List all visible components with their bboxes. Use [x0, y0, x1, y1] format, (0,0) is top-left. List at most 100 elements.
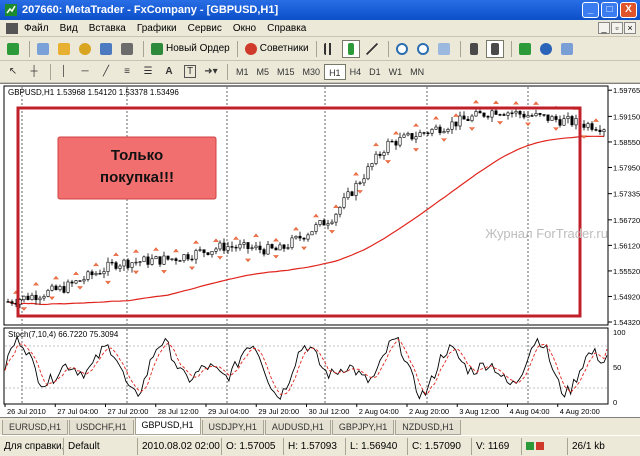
candle-body [266, 244, 270, 255]
tf-m5[interactable]: M5 [253, 64, 274, 80]
close-button[interactable]: X [620, 2, 637, 18]
profiles-button[interactable] [34, 40, 52, 58]
candle-body [262, 249, 266, 255]
tab-usdchf[interactable]: USDCHF,H1 [69, 420, 134, 435]
price-tick-label: 1.54920 [613, 292, 640, 301]
arrows-button[interactable]: ➜▾ [202, 63, 220, 81]
menu-file[interactable]: Файл [24, 23, 49, 34]
time-tick-label: 26 Jul 2010 [7, 407, 46, 416]
tab-gbpusd[interactable]: GBPUSD,H1 [134, 418, 201, 435]
candle-body [250, 247, 254, 249]
horizontal-line-button[interactable]: ─ [76, 63, 94, 81]
candle-body [38, 297, 42, 301]
market-watch-button[interactable] [55, 40, 73, 58]
periods-button[interactable] [537, 40, 555, 58]
candle-body [374, 153, 378, 164]
vertical-line-button[interactable]: │ [55, 63, 73, 81]
candle-body [534, 113, 538, 117]
menu-window[interactable]: Окно [233, 23, 256, 34]
tf-mn[interactable]: MN [406, 64, 428, 80]
candle-body [418, 132, 422, 137]
tile-windows-button[interactable] [435, 40, 453, 58]
tester-icon [121, 42, 133, 55]
minimize-button[interactable]: _ [582, 2, 599, 18]
zoom-in-button[interactable] [393, 40, 411, 58]
tab-gbpjpy[interactable]: GBPJPY,H1 [331, 420, 395, 435]
candle-body [314, 224, 318, 232]
line-chart-icon [365, 42, 378, 55]
terminal-button[interactable] [97, 40, 115, 58]
candle-body [318, 220, 322, 225]
candle-body [150, 258, 154, 265]
candle-body [186, 254, 190, 260]
zoom-out-button[interactable] [414, 40, 432, 58]
candle-body [322, 220, 326, 226]
candle-body [122, 259, 126, 267]
experts-button[interactable]: Советники [242, 40, 312, 58]
menu-charts[interactable]: Графики [137, 23, 177, 34]
tab-nzdusd[interactable]: NZDUSD,H1 [395, 420, 461, 435]
autoscroll-button[interactable] [465, 40, 483, 58]
new-order-button[interactable]: Новый Ордер [148, 40, 233, 58]
candle-body [506, 112, 510, 116]
candle-body [362, 178, 366, 184]
title-bar: 207660: MetaTrader - FxCompany - [GBPUSD… [0, 0, 640, 20]
menu-help[interactable]: Справка [267, 23, 306, 34]
tab-eurusd[interactable]: EURUSD,H1 [2, 420, 69, 435]
candle-chart-button[interactable] [341, 39, 360, 58]
new-order-label: Новый Ордер [166, 43, 230, 54]
candle-body [238, 244, 242, 249]
label-tool-button[interactable]: T [181, 63, 199, 81]
market-watch-icon [58, 42, 70, 55]
horizontal-line-icon: ─ [81, 66, 89, 77]
tf-m30[interactable]: M30 [299, 64, 325, 80]
trend-line-button[interactable]: ╱ [97, 63, 115, 81]
mdi-restore-button[interactable]: ▫ [611, 22, 623, 34]
menu-tools[interactable]: Сервис [188, 23, 222, 34]
new-chart-button[interactable] [4, 40, 22, 58]
mdi-close-button[interactable]: × [624, 22, 636, 34]
candle-body [230, 246, 234, 248]
tf-w1[interactable]: W1 [385, 64, 407, 80]
bar-chart-button[interactable] [321, 40, 339, 58]
candle-body [46, 290, 50, 297]
tf-m1[interactable]: M1 [232, 64, 253, 80]
line-studies-toolbar: ↖ ┼ │ ─ ╱ ≡ ☰ A T ➜▾ M1 M5 M15 M30 H1 H4… [0, 61, 640, 83]
candle-body [442, 131, 446, 134]
status-open: O: 1.57005 [222, 437, 284, 455]
menu-view[interactable]: Вид [60, 23, 78, 34]
price-chart[interactable]: Только покупка!!! GBPUSD,H1 1.53968 1.54… [0, 84, 640, 418]
tf-d1[interactable]: D1 [365, 64, 385, 80]
candle-body [126, 259, 130, 268]
tf-h1[interactable]: H1 [324, 63, 346, 80]
mdi-minimize-button[interactable]: _ [598, 22, 610, 34]
chart-window-icon[interactable] [6, 22, 18, 34]
fibonacci-button[interactable]: ☰ [139, 63, 157, 81]
indicators-button[interactable] [516, 40, 534, 58]
candle-body [118, 265, 122, 269]
menu-insert[interactable]: Вставка [89, 23, 126, 34]
tab-audusd[interactable]: AUDUSD,H1 [264, 420, 331, 435]
line-chart-button[interactable] [363, 40, 381, 58]
candle-body [406, 133, 410, 136]
candle-body [486, 116, 490, 118]
maximize-button[interactable]: □ [601, 2, 618, 18]
chart-shift-button[interactable] [485, 39, 504, 58]
templates-button[interactable] [558, 40, 576, 58]
tester-button[interactable] [118, 40, 136, 58]
tab-usdjpy[interactable]: USDJPY,H1 [201, 420, 264, 435]
candle-body [354, 183, 358, 196]
text-tool-button[interactable]: A [160, 63, 178, 81]
tf-m15[interactable]: M15 [273, 64, 299, 80]
chart-window[interactable]: Только покупка!!! GBPUSD,H1 1.53968 1.54… [0, 83, 640, 418]
channel-button[interactable]: ≡ [118, 63, 136, 81]
crosshair-button[interactable]: ┼ [25, 63, 43, 81]
candle-body [530, 115, 534, 117]
tf-h4[interactable]: H4 [346, 64, 366, 80]
candle-body [86, 271, 90, 280]
candle-body [334, 213, 338, 223]
new-chart-icon [7, 42, 19, 55]
navigator-button[interactable] [76, 40, 94, 58]
cursor-button[interactable]: ↖ [4, 63, 22, 81]
candle-body [566, 116, 570, 119]
